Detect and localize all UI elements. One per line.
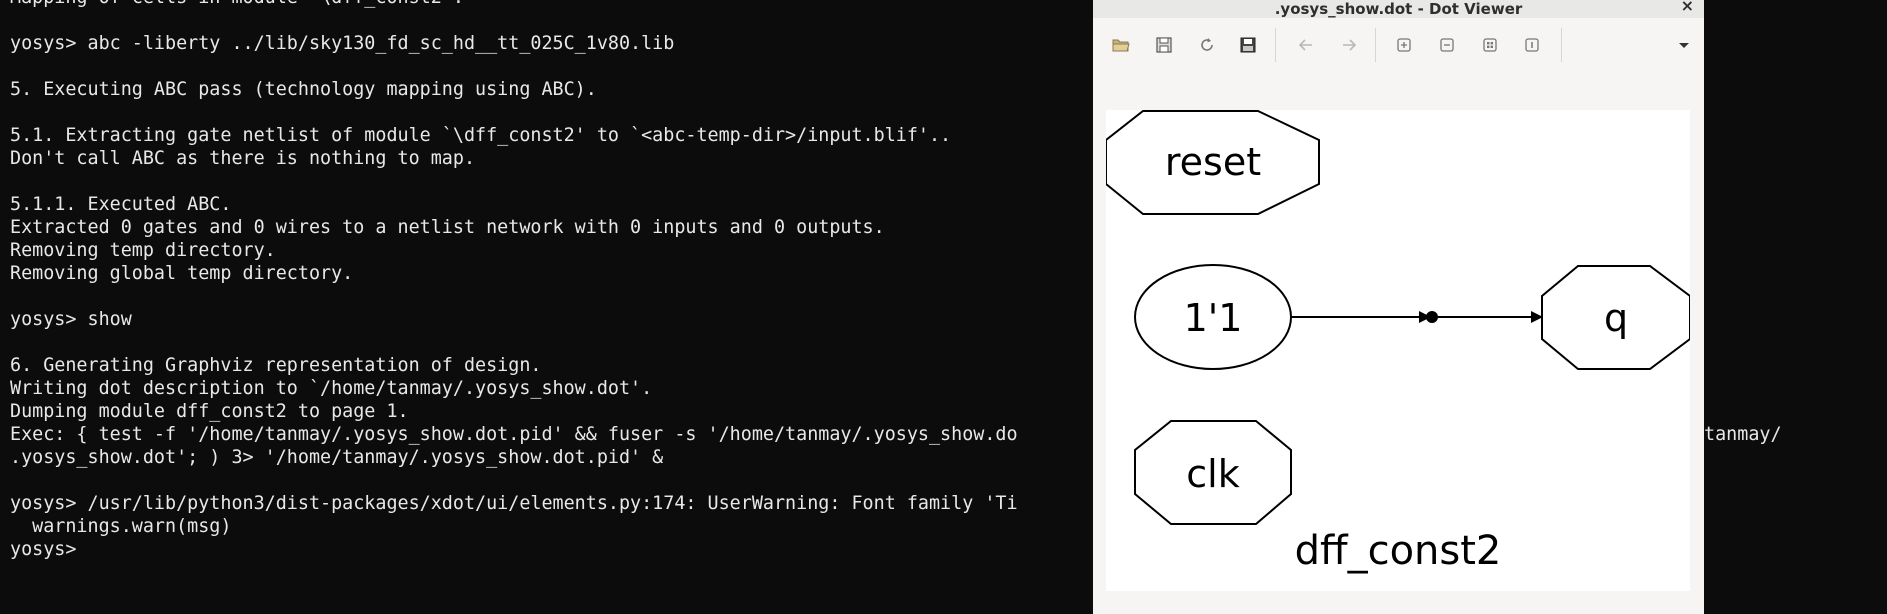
zoom-fit-button[interactable] <box>1479 34 1501 56</box>
forward-icon <box>1343 39 1357 51</box>
reload-button[interactable] <box>1196 34 1218 56</box>
zoom-100-icon <box>1525 38 1539 52</box>
zoom-out-icon <box>1440 38 1454 52</box>
toolbar-separator <box>1561 28 1562 62</box>
zoom-in-icon <box>1397 38 1411 52</box>
close-button[interactable]: × <box>1681 0 1694 14</box>
zoom-100-button[interactable] <box>1521 34 1543 56</box>
node-label: clk <box>1186 452 1239 496</box>
node-label: 1'1 <box>1184 296 1243 340</box>
open-button[interactable] <box>1110 34 1132 56</box>
back-icon <box>1298 39 1312 51</box>
graph-node-reset[interactable]: reset <box>1106 110 1320 215</box>
toolbar <box>1093 18 1704 72</box>
open-icon <box>1112 39 1130 52</box>
menu-dropdown-button[interactable] <box>1673 34 1695 56</box>
menu-dropdown-icon <box>1679 43 1689 48</box>
zoom-out-button[interactable] <box>1436 34 1458 56</box>
dot-viewer-window: .yosys_show.dot - Dot Viewer × reset 1'1… <box>1093 0 1704 614</box>
zoom-in-button[interactable] <box>1393 34 1415 56</box>
graph-node-clk[interactable]: clk <box>1134 420 1292 525</box>
toolbar-separator <box>1275 28 1276 62</box>
graph-node-const[interactable]: 1'1 <box>1134 264 1292 370</box>
zoom-fit-icon <box>1483 38 1497 52</box>
export-button[interactable] <box>1153 34 1175 56</box>
back-button[interactable] <box>1295 34 1317 56</box>
print-icon <box>1240 37 1256 53</box>
print-button[interactable] <box>1237 34 1259 56</box>
graph-drawing: reset 1'1 q clk dff_const2 <box>1106 110 1690 574</box>
graph-node-q[interactable]: q <box>1541 265 1690 370</box>
graph-canvas[interactable]: reset 1'1 q clk dff_const2 <box>1106 110 1690 591</box>
forward-button[interactable] <box>1338 34 1360 56</box>
reload-icon <box>1201 38 1213 51</box>
toolbar-separator <box>1375 28 1376 62</box>
export-icon <box>1156 37 1172 53</box>
graph-junction-point <box>1426 311 1438 323</box>
graph-title-label: dff_const2 <box>1295 528 1502 574</box>
node-label: q <box>1604 296 1628 340</box>
window-title: .yosys_show.dot - Dot Viewer <box>1274 0 1523 18</box>
title-bar[interactable]: .yosys_show.dot - Dot Viewer × <box>1093 0 1704 18</box>
node-label: reset <box>1165 140 1261 184</box>
